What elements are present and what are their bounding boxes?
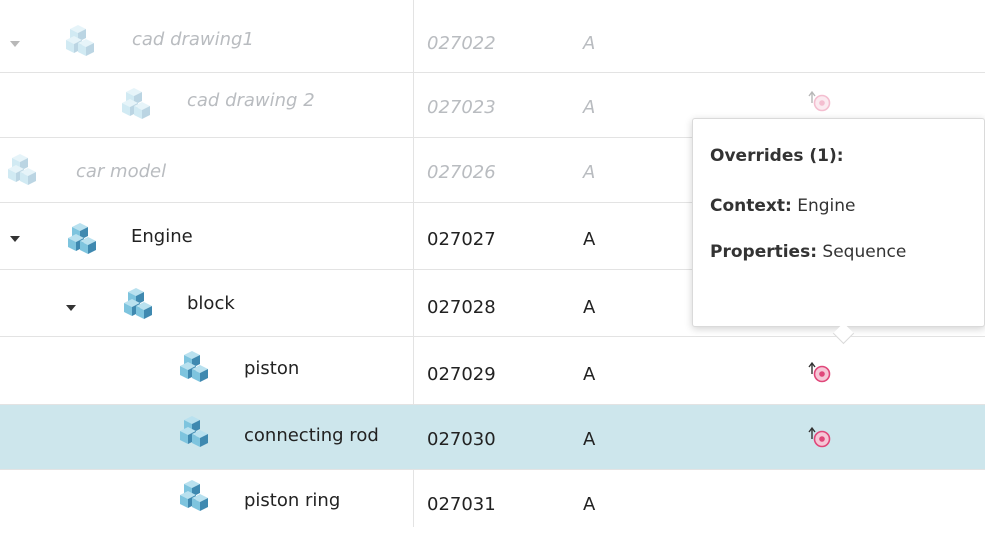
part-cube-icon xyxy=(124,288,152,319)
row-revision: A xyxy=(583,297,596,318)
part-cube-icon xyxy=(122,88,150,119)
row-revision: A xyxy=(583,429,596,450)
row-number: 027031 xyxy=(427,494,496,515)
table-row[interactable]: piston 027029 A xyxy=(0,340,985,405)
row-number: 027022 xyxy=(427,33,496,54)
row-revision: A xyxy=(583,97,596,118)
part-cube-icon xyxy=(180,480,208,511)
tooltip-title: Overrides (1): xyxy=(710,146,844,166)
row-name: cad drawing 2 xyxy=(187,90,315,111)
caret-down-icon[interactable] xyxy=(66,305,76,311)
override-target-icon[interactable] xyxy=(808,425,832,449)
tooltip-context: Context: Engine xyxy=(710,196,855,216)
row-revision: A xyxy=(583,364,596,385)
override-target-icon[interactable] xyxy=(808,89,832,113)
tooltip-properties-key: Properties: xyxy=(710,242,818,262)
row-name: Engine xyxy=(131,226,193,247)
row-number: 027029 xyxy=(427,364,496,385)
part-cube-icon xyxy=(68,223,96,254)
row-revision: A xyxy=(583,494,596,515)
table-row[interactable]: piston ring 027031 A xyxy=(0,470,985,535)
tooltip-title-text: Overrides (1): xyxy=(710,146,844,166)
tooltip-context-value: Engine xyxy=(797,196,856,216)
caret-down-icon[interactable] xyxy=(10,236,20,242)
overrides-tooltip: Overrides (1): Context: Engine Propertie… xyxy=(692,118,985,327)
tooltip-context-key: Context: xyxy=(710,196,792,216)
row-number: 027027 xyxy=(427,229,496,250)
override-target-icon[interactable] xyxy=(808,360,832,384)
row-name: connecting rod xyxy=(244,425,379,446)
part-cube-icon xyxy=(180,351,208,382)
row-name: piston ring xyxy=(244,490,341,511)
row-number: 027028 xyxy=(427,297,496,318)
tooltip-properties: Properties: Sequence xyxy=(710,242,906,262)
row-name: car model xyxy=(76,161,167,182)
caret-down-icon[interactable] xyxy=(10,41,20,47)
row-revision: A xyxy=(583,229,596,250)
part-cube-icon xyxy=(66,25,94,56)
row-number: 027026 xyxy=(427,162,496,183)
part-cube-icon xyxy=(8,154,36,185)
row-name: cad drawing1 xyxy=(132,29,254,50)
part-cube-icon xyxy=(180,416,208,447)
row-name: piston xyxy=(244,358,300,379)
row-name: block xyxy=(187,293,235,314)
row-number: 027023 xyxy=(427,97,496,118)
row-revision: A xyxy=(583,162,596,183)
row-number: 027030 xyxy=(427,429,496,450)
table-row[interactable]: cad drawing1 027022 A xyxy=(0,8,985,73)
row-revision: A xyxy=(583,33,596,54)
table-row[interactable]: connecting rod 027030 A xyxy=(0,405,985,470)
tooltip-properties-value: Sequence xyxy=(822,242,907,262)
